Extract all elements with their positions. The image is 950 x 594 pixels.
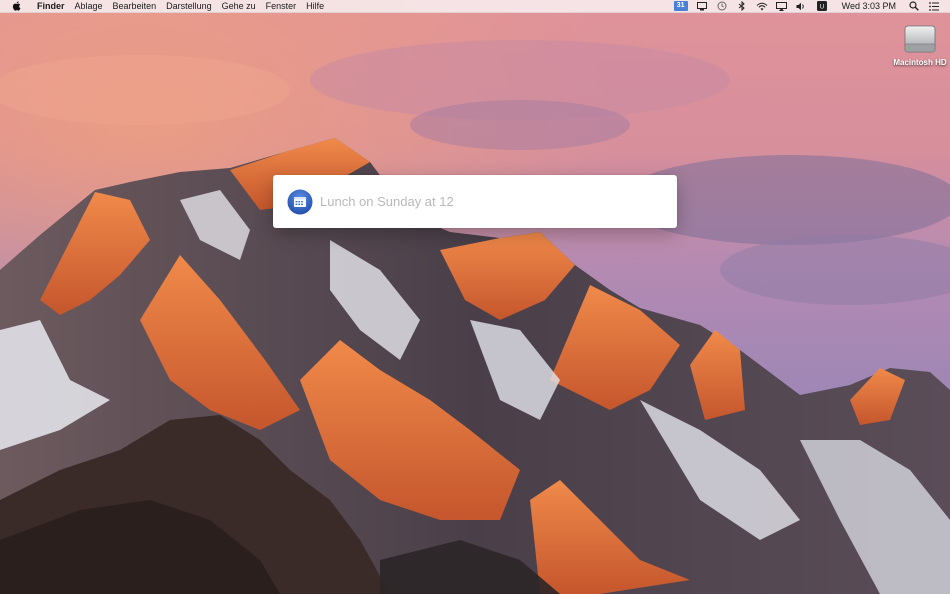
display-icon[interactable] (696, 0, 708, 12)
notification-center-icon[interactable] (928, 0, 940, 12)
menu-bar-left: Finder Ablage Bearbeiten Darstellung Geh… (0, 0, 329, 13)
bluetooth-icon[interactable] (736, 0, 748, 12)
wifi-icon[interactable] (756, 0, 768, 12)
spotlight-icon[interactable] (908, 0, 920, 12)
desktop-wallpaper (0, 0, 950, 594)
quick-entry-input[interactable] (320, 194, 663, 209)
menu-fenster[interactable]: Fenster (261, 0, 302, 13)
menu-bar: Finder Ablage Bearbeiten Darstellung Geh… (0, 0, 950, 13)
menu-darstellung[interactable]: Darstellung (161, 0, 217, 13)
airplay-icon[interactable] (776, 0, 788, 12)
time-machine-icon[interactable] (716, 0, 728, 12)
apple-logo-icon[interactable] (11, 1, 21, 11)
drive-label: Macintosh HD (893, 58, 947, 67)
input-source-icon[interactable]: U (816, 0, 828, 12)
svg-text:U: U (819, 5, 823, 11)
hard-drive-icon (904, 25, 936, 53)
menu-app-name[interactable]: Finder (32, 0, 70, 13)
menu-hilfe[interactable]: Hilfe (301, 0, 329, 13)
menu-bar-status: 31 U Wed 3:03 PM (670, 0, 950, 13)
calendar-icon[interactable]: 31 (673, 1, 688, 11)
volume-icon[interactable] (796, 0, 808, 12)
desktop: Finder Ablage Bearbeiten Darstellung Geh… (0, 0, 950, 594)
menu-bar-clock[interactable]: Wed 3:03 PM (832, 0, 904, 13)
menu-gehe-zu[interactable]: Gehe zu (217, 0, 261, 13)
macintosh-hd-drive[interactable]: Macintosh HD (891, 22, 949, 67)
quick-entry-panel (273, 175, 677, 228)
calendar-app-icon (287, 189, 313, 214)
menu-bearbeiten[interactable]: Bearbeiten (108, 0, 162, 13)
menu-ablage[interactable]: Ablage (70, 0, 108, 13)
